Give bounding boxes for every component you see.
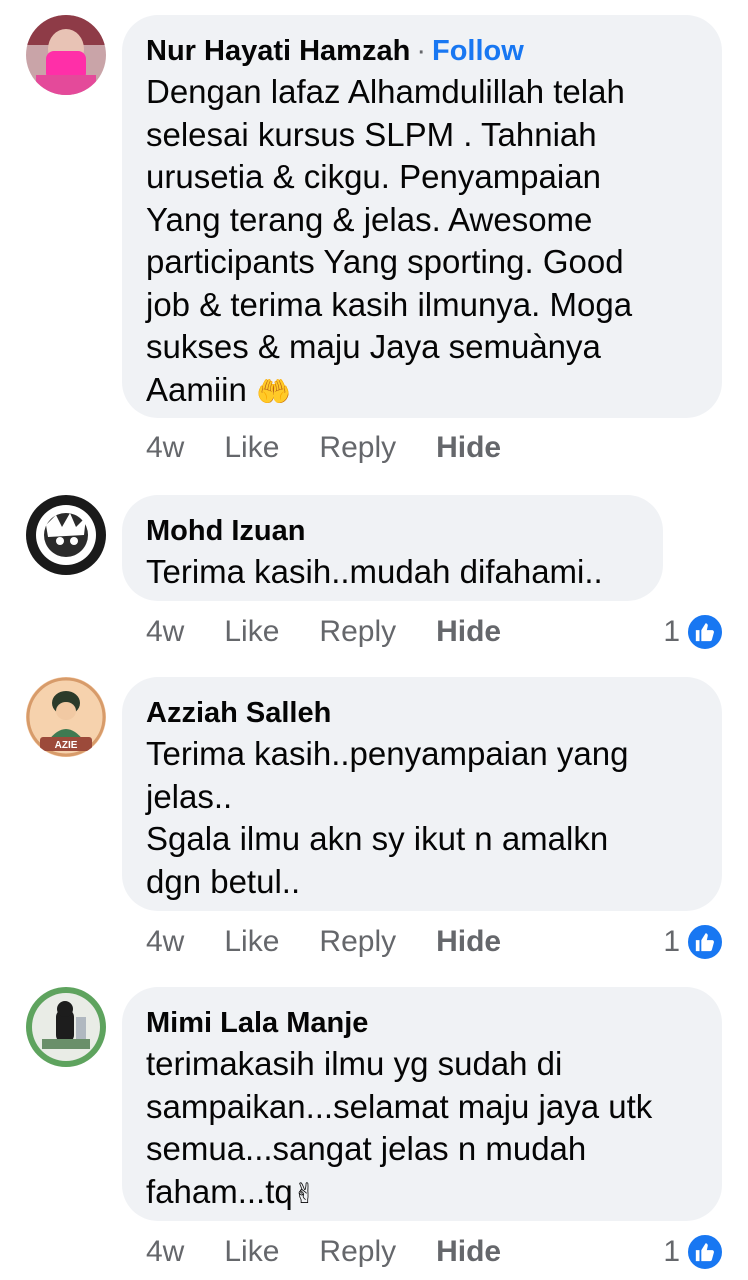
like-button[interactable]: Like xyxy=(224,431,279,465)
author-name[interactable]: Mimi Lala Manje xyxy=(146,1007,368,1039)
timestamp[interactable]: 4w xyxy=(146,1235,184,1269)
reaction-summary[interactable]: 1 xyxy=(663,1232,724,1272)
timestamp[interactable]: 4w xyxy=(146,925,184,959)
hide-button[interactable]: Hide xyxy=(436,1235,501,1269)
author-name[interactable]: Azziah Salleh xyxy=(146,697,331,729)
comment-text: Terima kasih..penyampaian yang jelas.. S… xyxy=(146,735,629,900)
avatar[interactable] xyxy=(26,495,106,575)
reaction-count: 1 xyxy=(663,1235,680,1268)
like-button[interactable]: Like xyxy=(224,615,279,649)
hide-button[interactable]: Hide xyxy=(436,615,501,649)
reply-button[interactable]: Reply xyxy=(319,615,396,649)
comment-actions: 4w Like Reply Hide xyxy=(146,922,541,962)
reply-button[interactable]: Reply xyxy=(319,925,396,959)
avatar[interactable]: AZIE xyxy=(26,677,106,757)
comment-text: terimakasih ilmu yg sudah di sampaikan..… xyxy=(146,1043,698,1215)
reply-button[interactable]: Reply xyxy=(319,1235,396,1269)
hide-button[interactable]: Hide xyxy=(436,431,501,465)
author-name[interactable]: Mohd Izuan xyxy=(146,515,305,547)
comment-bubble: Azziah Salleh Terima kasih..penyampaian … xyxy=(122,677,722,911)
thumbs-up-icon xyxy=(686,1233,724,1271)
reaction-summary[interactable]: 1 xyxy=(663,612,724,652)
comment-bubble: Nur Hayati Hamzah · Follow Dengan lafaz Al… xyxy=(122,15,722,418)
follow-button[interactable]: Follow xyxy=(432,35,524,67)
victory-hand-emoji: ✌ xyxy=(292,1177,317,1209)
comment-text: Terima kasih..mudah difahami.. xyxy=(146,553,603,590)
reaction-count: 1 xyxy=(663,925,680,958)
comment-bubble: Mohd Izuan Terima kasih..mudah difahami.… xyxy=(122,495,663,601)
avatar-azie-label: AZIE xyxy=(55,740,78,751)
comment-text: Dengan lafaz Alhamdulillah telah selesai… xyxy=(146,71,698,413)
comment-actions: 4w Like Reply Hide xyxy=(146,428,541,468)
separator-dot: · xyxy=(416,35,426,67)
thumbs-up-icon xyxy=(686,923,724,961)
like-button[interactable]: Like xyxy=(224,1235,279,1269)
timestamp[interactable]: 4w xyxy=(146,615,184,649)
comment-bubble: Mimi Lala Manje terimakasih ilmu yg suda… xyxy=(122,987,722,1221)
comment-actions: 4w Like Reply Hide xyxy=(146,1232,541,1272)
like-button[interactable]: Like xyxy=(224,925,279,959)
raised-hands-emoji: 🤲 xyxy=(256,375,291,407)
avatar[interactable] xyxy=(26,987,106,1067)
comment-text-body: Dengan lafaz Alhamdulillah telah selesai… xyxy=(146,73,633,408)
reaction-count: 1 xyxy=(663,615,680,648)
author-name[interactable]: Nur Hayati Hamzah xyxy=(146,35,410,67)
avatar[interactable] xyxy=(26,15,106,95)
reaction-summary[interactable]: 1 xyxy=(663,922,724,962)
hide-button[interactable]: Hide xyxy=(436,925,501,959)
comment-actions: 4w Like Reply Hide xyxy=(146,612,541,652)
comment-text-body: terimakasih ilmu yg sudah di sampaikan..… xyxy=(146,1045,653,1210)
timestamp[interactable]: 4w xyxy=(146,431,184,465)
thumbs-up-icon xyxy=(686,613,724,651)
reply-button[interactable]: Reply xyxy=(319,431,396,465)
